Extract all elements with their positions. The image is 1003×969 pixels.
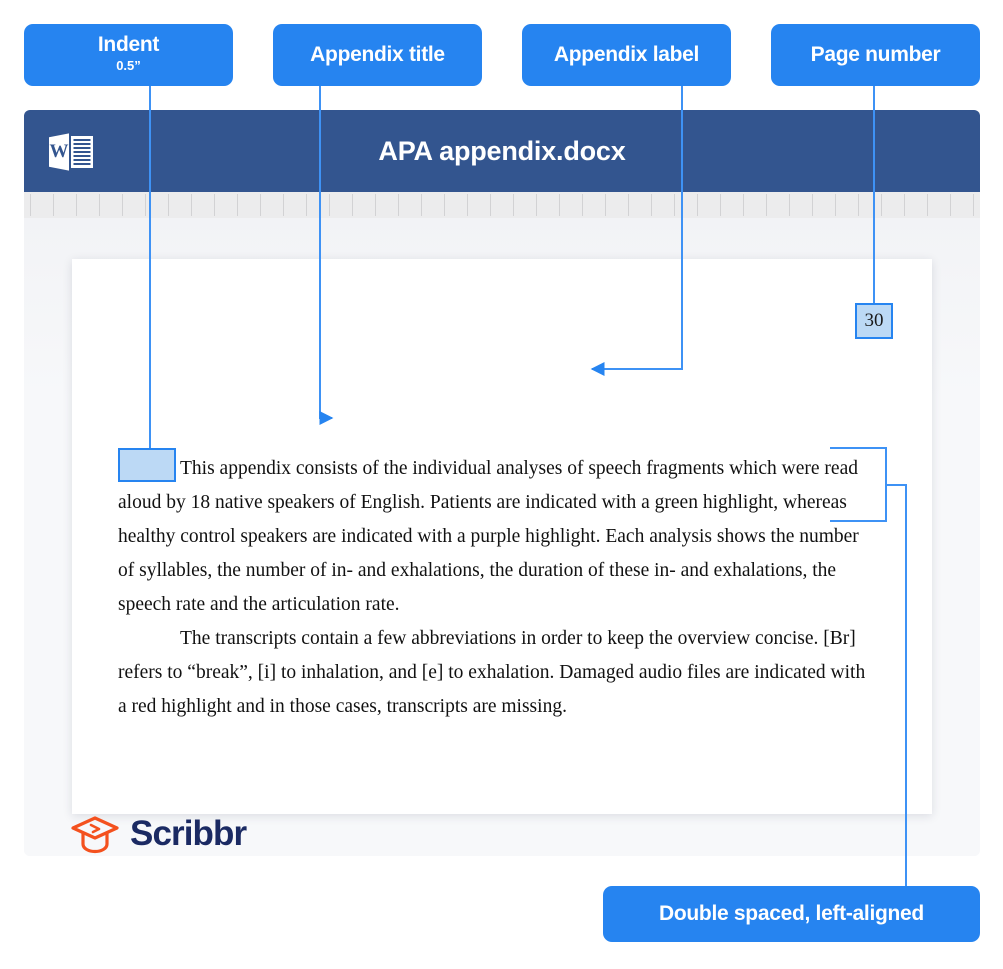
graduation-cap-icon <box>71 816 119 854</box>
ruler-tick <box>99 194 100 216</box>
ruler-tick <box>76 194 77 216</box>
document-body: This appendix consists of the individual… <box>118 452 868 724</box>
callout-page-number-label: Page number <box>810 42 941 66</box>
svg-text:W: W <box>50 141 69 162</box>
ruler-tick <box>743 194 744 216</box>
word-title-bar: W APA appendix.docx <box>24 110 980 192</box>
document-title: APA appendix.docx <box>378 135 626 166</box>
ruler-tick <box>973 194 974 216</box>
annotated-screenshot: W APA appendix.docx 30 Appendix A <box>0 0 1003 969</box>
ruler-tick <box>237 194 238 216</box>
callout-appendix-label[interactable]: Appendix label <box>522 24 731 86</box>
callout-indent-subtitle: 0.5” <box>116 58 141 74</box>
ruler-tick <box>559 194 560 216</box>
ruler-tick <box>766 194 767 216</box>
ruler-tick <box>191 194 192 216</box>
ruler-tick <box>536 194 537 216</box>
body-paragraph-1: This appendix consists of the individual… <box>118 452 868 622</box>
ruler-tick <box>904 194 905 216</box>
ruler-tick <box>513 194 514 216</box>
ruler-tick <box>651 194 652 216</box>
ruler-tick <box>628 194 629 216</box>
ruler-tick <box>375 194 376 216</box>
callout-spacing[interactable]: Double spaced, left-aligned <box>603 886 980 942</box>
callout-spacing-label: Double spaced, left-aligned <box>659 901 924 925</box>
ruler-tick <box>789 194 790 216</box>
ruler-tick <box>214 194 215 216</box>
callout-appendix-label-label: Appendix label <box>553 42 700 66</box>
scribbr-wordmark: Scribbr <box>130 814 247 853</box>
ruler-tick <box>697 194 698 216</box>
body-paragraph-1-text: This appendix consists of the individual… <box>118 458 859 615</box>
ruler-tick <box>490 194 491 216</box>
ruler-tick <box>283 194 284 216</box>
callout-appendix-title-label: Appendix title <box>310 42 445 66</box>
scribbr-logo: Scribbr <box>70 812 247 856</box>
body-paragraph-2: The transcripts contain a few abbreviati… <box>118 628 866 717</box>
ruler-tick <box>835 194 836 216</box>
ruler-tick <box>421 194 422 216</box>
ruler-tick <box>306 194 307 216</box>
callout-page-number[interactable]: Page number <box>771 24 980 86</box>
ruler-tick <box>30 194 31 216</box>
ruler-tick <box>858 194 859 216</box>
ruler-tick <box>950 194 951 216</box>
ruler-tick <box>674 194 675 216</box>
ruler-tick <box>122 194 123 216</box>
callout-indent[interactable]: Indent 0.5” <box>24 24 233 86</box>
word-icon: W <box>49 133 93 171</box>
ruler-tick <box>352 194 353 216</box>
callout-indent-title: Indent <box>97 33 160 57</box>
ruler-tick <box>927 194 928 216</box>
ruler-tick <box>260 194 261 216</box>
ruler-tick <box>605 194 606 216</box>
ruler-tick <box>329 194 330 216</box>
ruler-tick <box>444 194 445 216</box>
callout-appendix-title[interactable]: Appendix title <box>273 24 482 86</box>
ruler-tick <box>812 194 813 216</box>
ruler-tick <box>720 194 721 216</box>
scribbr-branding-tab <box>72 709 382 814</box>
page-number-highlight: 30 <box>855 303 893 339</box>
ruler-tick <box>881 194 882 216</box>
ruler-tick <box>145 194 146 216</box>
ruler-tick <box>398 194 399 216</box>
ruler-tick <box>168 194 169 216</box>
ruler-tick <box>582 194 583 216</box>
ruler-tick <box>53 194 54 216</box>
scribbr-logo-wrap: Scribbr <box>24 814 247 856</box>
ruler-tick <box>467 194 468 216</box>
ruler-bar[interactable] <box>24 192 980 219</box>
